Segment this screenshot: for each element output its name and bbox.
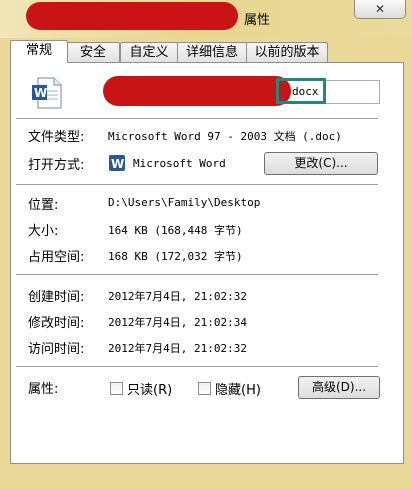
tab-security[interactable]: 安全 — [66, 42, 120, 62]
location-label: 位置: — [28, 198, 59, 213]
svg-text:W: W — [34, 86, 47, 100]
size-value: 164 KB (168,448 字节) — [108, 224, 243, 237]
tab-details[interactable]: 详细信息 — [177, 42, 247, 62]
modified-value: 2012年7月4日, 21:02:34 — [108, 316, 247, 329]
accessed-label: 访问时间: — [28, 342, 85, 357]
created-value: 2012年7月4日, 21:02:32 — [108, 290, 247, 303]
word-app-icon: W — [109, 155, 125, 171]
disk-size-value: 168 KB (172,032 字节) — [108, 250, 243, 263]
separator — [16, 118, 378, 119]
file-type-label: 文件类型: — [28, 130, 85, 145]
attributes-label: 属性: — [28, 382, 59, 397]
window-title: 属性 — [244, 13, 271, 28]
title-redaction — [26, 2, 238, 30]
accessed-value: 2012年7月4日, 21:02:32 — [108, 342, 247, 355]
created-label: 创建时间: — [28, 290, 85, 305]
location-value: D:\Users\Family\Desktop — [108, 196, 261, 209]
readonly-label[interactable]: 只读(R) — [127, 379, 172, 398]
readonly-checkbox[interactable] — [110, 382, 123, 395]
modified-label: 修改时间: — [28, 316, 85, 331]
title-bar: 属性 ✕ — [0, 0, 412, 38]
separator — [16, 274, 378, 275]
separator — [16, 366, 378, 367]
open-with-app: Microsoft Word — [133, 157, 226, 170]
close-button[interactable]: ✕ — [354, 0, 406, 19]
disk-size-label: 占用空间: — [28, 250, 85, 265]
tab-previous-versions[interactable]: 以前的版本 — [246, 42, 328, 62]
tab-custom[interactable]: 自定义 — [120, 42, 178, 62]
advanced-button[interactable]: 高级(D)... — [298, 376, 380, 399]
separator — [16, 184, 378, 185]
svg-text:W: W — [111, 157, 124, 171]
file-name-redaction — [103, 76, 291, 106]
open-with-label: 打开方式: — [28, 158, 85, 173]
hidden-checkbox[interactable] — [198, 382, 211, 395]
hidden-label[interactable]: 隐藏(H) — [215, 379, 261, 398]
close-icon: ✕ — [374, 2, 386, 16]
size-label: 大小: — [28, 224, 59, 239]
change-button[interactable]: 更改(C)... — [264, 152, 378, 175]
word-document-icon: W — [32, 77, 62, 109]
file-name-extension: docx — [292, 85, 319, 98]
tab-general[interactable]: 常规 — [10, 40, 68, 63]
file-type-value: Microsoft Word 97 - 2003 文档 (.doc) — [108, 130, 342, 143]
